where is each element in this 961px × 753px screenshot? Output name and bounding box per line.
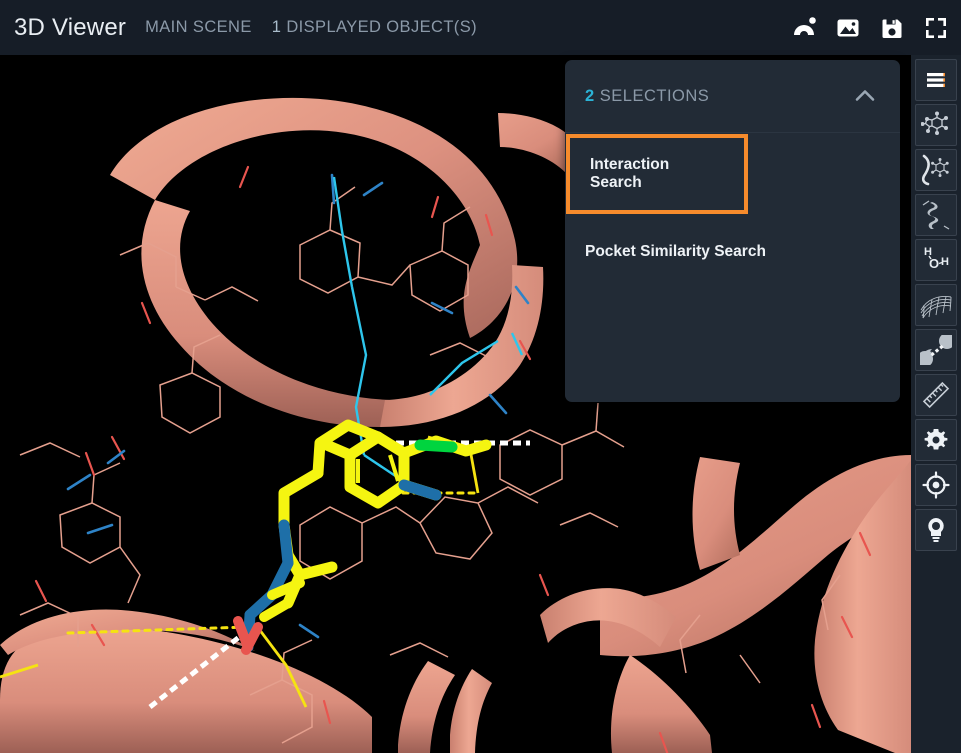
object-count-number: 1 — [271, 18, 282, 36]
selections-panel: 2 SELECTIONS Interaction Search Pocket S… — [565, 60, 900, 402]
selections-panel-header[interactable]: 2 SELECTIONS — [565, 60, 900, 133]
menu-icon[interactable] — [915, 59, 957, 101]
selections-list: Interaction Search Pocket Similarity Sea… — [565, 134, 900, 284]
selections-title: 2 SELECTIONS — [585, 87, 709, 106]
app-header: 3D Viewer MAIN SCENE 1 DISPLAYED OBJECT(… — [0, 0, 961, 55]
magnet-icon[interactable] — [787, 11, 821, 45]
tool-sidebar: H H O — [911, 55, 961, 753]
chevron-up-icon[interactable] — [848, 79, 882, 113]
gear-icon[interactable] — [915, 419, 957, 461]
interaction-icon[interactable] — [915, 329, 957, 371]
header-actions — [787, 0, 953, 55]
menu-item-label: Interaction Search — [590, 156, 670, 191]
menu-item-label: Pocket Similarity Search — [585, 243, 766, 260]
scene-name-label: MAIN SCENE — [145, 18, 252, 36]
object-count-label: DISPLAYED OBJECT(S) — [286, 18, 477, 36]
menu-item-interaction-search[interactable]: Interaction Search — [566, 134, 748, 214]
menu-item-pocket-similarity-search[interactable]: Pocket Similarity Search — [565, 220, 900, 284]
save-icon[interactable] — [875, 11, 909, 45]
water-icon[interactable]: H H O — [915, 239, 957, 281]
fullscreen-icon[interactable] — [919, 11, 953, 45]
selections-count: 2 — [585, 86, 595, 105]
molecule-icon[interactable] — [915, 104, 957, 146]
helix-icon[interactable] — [915, 194, 957, 236]
image-icon[interactable] — [831, 11, 865, 45]
ribbon-column-right — [692, 457, 740, 570]
page-title: 3D Viewer — [14, 13, 127, 41]
svg-text:H: H — [941, 256, 949, 268]
bulb-icon[interactable] — [915, 509, 957, 551]
viewer-application: 3D Viewer MAIN SCENE 1 DISPLAYED OBJECT(… — [0, 0, 961, 753]
displayed-object-count: 1 DISPLAYED OBJECT(S) — [272, 18, 477, 37]
target-icon[interactable] — [915, 464, 957, 506]
pocket-icon[interactable] — [915, 149, 957, 191]
selections-label: SELECTIONS — [599, 86, 710, 105]
surface-icon[interactable] — [915, 284, 957, 326]
ruler-icon[interactable] — [915, 374, 957, 416]
